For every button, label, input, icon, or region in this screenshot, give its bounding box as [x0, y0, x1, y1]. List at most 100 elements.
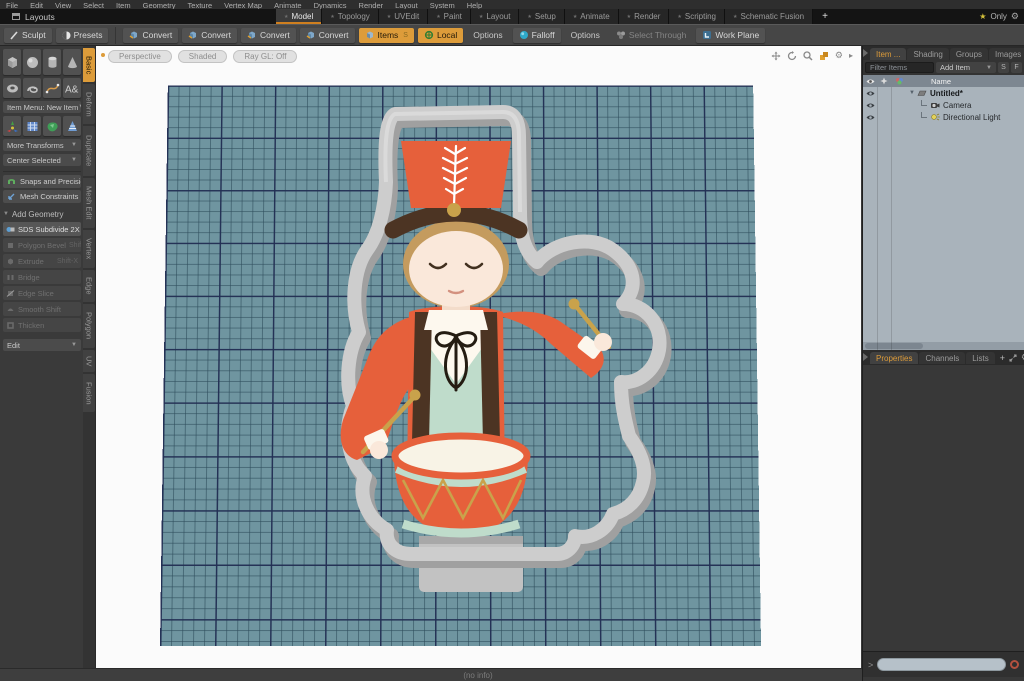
drummer-cookie-cutter-model[interactable] [291, 84, 771, 666]
cylinder-primitive-button[interactable] [43, 49, 61, 75]
visibility-column-icon[interactable] [863, 78, 877, 85]
edge-slice-button[interactable]: Edge Slice [3, 286, 81, 300]
3d-viewport[interactable]: Perspective Shaded Ray GL: Off ⚙ ▸ [95, 46, 861, 668]
name-column-header[interactable]: Name [907, 77, 951, 86]
pop-out-icon[interactable] [1009, 353, 1017, 362]
menu-item-system[interactable]: System [430, 1, 455, 9]
item-row-directional-light[interactable]: Directional Light [863, 111, 1024, 123]
sphere-primitive-button[interactable] [23, 49, 41, 75]
sculpt-button[interactable]: Sculpt [4, 27, 52, 43]
scope-s-button[interactable]: S [998, 62, 1009, 73]
eye-icon[interactable] [863, 102, 877, 109]
tab-uv[interactable]: UV [83, 350, 95, 372]
panel-corner-icon[interactable] [863, 49, 868, 57]
item-row-mesh[interactable]: ▼ Untitled* [863, 87, 1024, 99]
viewport-view-selector[interactable]: Perspective [108, 50, 172, 63]
tab-basic[interactable]: Basic [83, 48, 95, 82]
only-toggle[interactable]: Only [990, 12, 1006, 21]
menu-item-render[interactable]: Render [359, 1, 384, 9]
eye-icon[interactable] [863, 90, 877, 97]
work-plane-button[interactable]: Work Plane [696, 27, 766, 43]
extrude-button[interactable]: Extrude Shift-X [3, 254, 81, 268]
local-action-center-button[interactable]: Local [417, 27, 464, 43]
layout-tab-setup[interactable]: ★ Setup [519, 9, 565, 24]
layout-tab-uvedit[interactable]: ★ UVEdit [378, 9, 429, 24]
transform-gizmo-button[interactable] [3, 116, 21, 136]
select-through-button[interactable]: Select Through [610, 28, 693, 43]
eye-icon[interactable] [863, 114, 877, 121]
add-geometry-section-header[interactable]: ▼ Add Geometry [3, 208, 81, 220]
snaps-and-precision-button[interactable]: Snaps and Precision [3, 175, 81, 188]
add-panel-tab-button[interactable]: + [996, 352, 1009, 364]
menu-item-select[interactable]: Select [83, 1, 104, 9]
center-selected-dropdown[interactable]: Center Selected ▼ [3, 154, 81, 166]
menu-item-animate[interactable]: Animate [274, 1, 302, 9]
polygon-bevel-button[interactable]: Polygon Bevel Shift-B [3, 238, 81, 252]
layout-presets-icon[interactable] [819, 51, 829, 61]
expand-arrow-icon[interactable]: ▸ [849, 51, 853, 60]
tab-lists[interactable]: Lists [966, 352, 995, 364]
tab-fusion[interactable]: Fusion [83, 374, 95, 412]
menu-item-texture[interactable]: Texture [188, 1, 213, 9]
zoom-icon[interactable] [803, 50, 813, 61]
options-button-2[interactable]: Options [565, 28, 606, 43]
layout-tab-animate[interactable]: ★ Animate [564, 9, 619, 24]
item-list-empty-area[interactable] [863, 123, 1024, 342]
mesh-constraints-button[interactable]: Mesh Constraints [3, 190, 81, 203]
tab-polygon[interactable]: Polygon [83, 304, 95, 348]
options-button-1[interactable]: Options [467, 28, 508, 43]
add-layout-tab-button[interactable]: + [813, 9, 837, 24]
tab-images[interactable]: Images [989, 48, 1024, 60]
convert-button-1[interactable]: Convert [123, 27, 179, 43]
tab-shading[interactable]: Shading [907, 48, 949, 60]
scope-f-button[interactable]: F [1011, 62, 1022, 73]
menu-item-item[interactable]: Item [116, 1, 131, 9]
filter-items-input[interactable] [865, 62, 934, 73]
expander-icon[interactable]: ▼ [907, 90, 917, 96]
tab-vertex[interactable]: Vertex [83, 230, 95, 268]
cone-primitive-button[interactable] [63, 49, 81, 75]
text-tool-button[interactable]: A& [63, 78, 81, 98]
viewport-raygl-toggle[interactable]: Ray GL: Off [233, 50, 298, 63]
tab-groups[interactable]: Groups [949, 48, 989, 60]
rotate-icon[interactable] [787, 50, 797, 61]
menu-item-help[interactable]: Help [467, 1, 482, 9]
falloff-button[interactable]: Falloff [512, 27, 561, 43]
thicken-button[interactable]: Thicken [3, 318, 81, 332]
add-item-dropdown[interactable]: Add Item ▼ [936, 62, 996, 73]
viewport-shading-selector[interactable]: Shaded [177, 50, 228, 63]
menu-item-vertex-map[interactable]: Vertex Map [224, 1, 262, 9]
scrollbar-thumb[interactable] [865, 343, 923, 349]
convert-button-3[interactable]: Convert [240, 27, 296, 43]
tab-channels[interactable]: Channels [919, 352, 966, 364]
tab-mesh-edit[interactable]: Mesh Edit [83, 178, 95, 228]
pan-icon[interactable] [771, 51, 781, 61]
smooth-shift-button[interactable]: Smooth Shift [3, 302, 81, 316]
item-list-hscrollbar[interactable] [863, 342, 1024, 350]
layout-tab-topology[interactable]: ★ Topology [322, 9, 379, 24]
panel-corner-icon[interactable] [863, 353, 868, 361]
menu-item-geometry[interactable]: Geometry [143, 1, 176, 9]
edit-dropdown[interactable]: Edit ▼ [3, 339, 81, 351]
curve-tool-button[interactable] [43, 78, 61, 98]
sds-subdivide-button[interactable]: SDS Subdivide 2X [3, 222, 81, 236]
tab-edge[interactable]: Edge [83, 270, 95, 302]
more-transforms-dropdown[interactable]: More Transforms ▼ [3, 139, 81, 151]
convert-button-4[interactable]: Convert [299, 27, 355, 43]
favorite-star-icon[interactable]: ★ [979, 12, 986, 21]
coil-primitive-button[interactable] [23, 78, 41, 98]
tab-deform[interactable]: Deform [83, 84, 95, 124]
layout-tab-render[interactable]: ★ Render [618, 9, 670, 24]
layout-tab-schematic-fusion[interactable]: ★ Schematic Fusion [725, 9, 814, 24]
item-menu-dropdown[interactable]: Item Menu: New Item▼ [3, 101, 81, 113]
gear-icon[interactable]: ⚙ [1011, 11, 1019, 22]
layout-tab-model[interactable]: ★ Model [276, 9, 323, 24]
item-row-camera[interactable]: Camera [863, 99, 1024, 111]
lattice-button[interactable] [23, 116, 41, 136]
layout-tab-paint[interactable]: ★ Paint [428, 9, 471, 24]
cube-primitive-button[interactable] [3, 49, 21, 75]
sculpt-blob-button[interactable] [43, 116, 61, 136]
menu-item-view[interactable]: View [55, 1, 71, 9]
menu-item-dynamics[interactable]: Dynamics [314, 1, 347, 9]
presets-button[interactable]: Presets [55, 27, 109, 43]
